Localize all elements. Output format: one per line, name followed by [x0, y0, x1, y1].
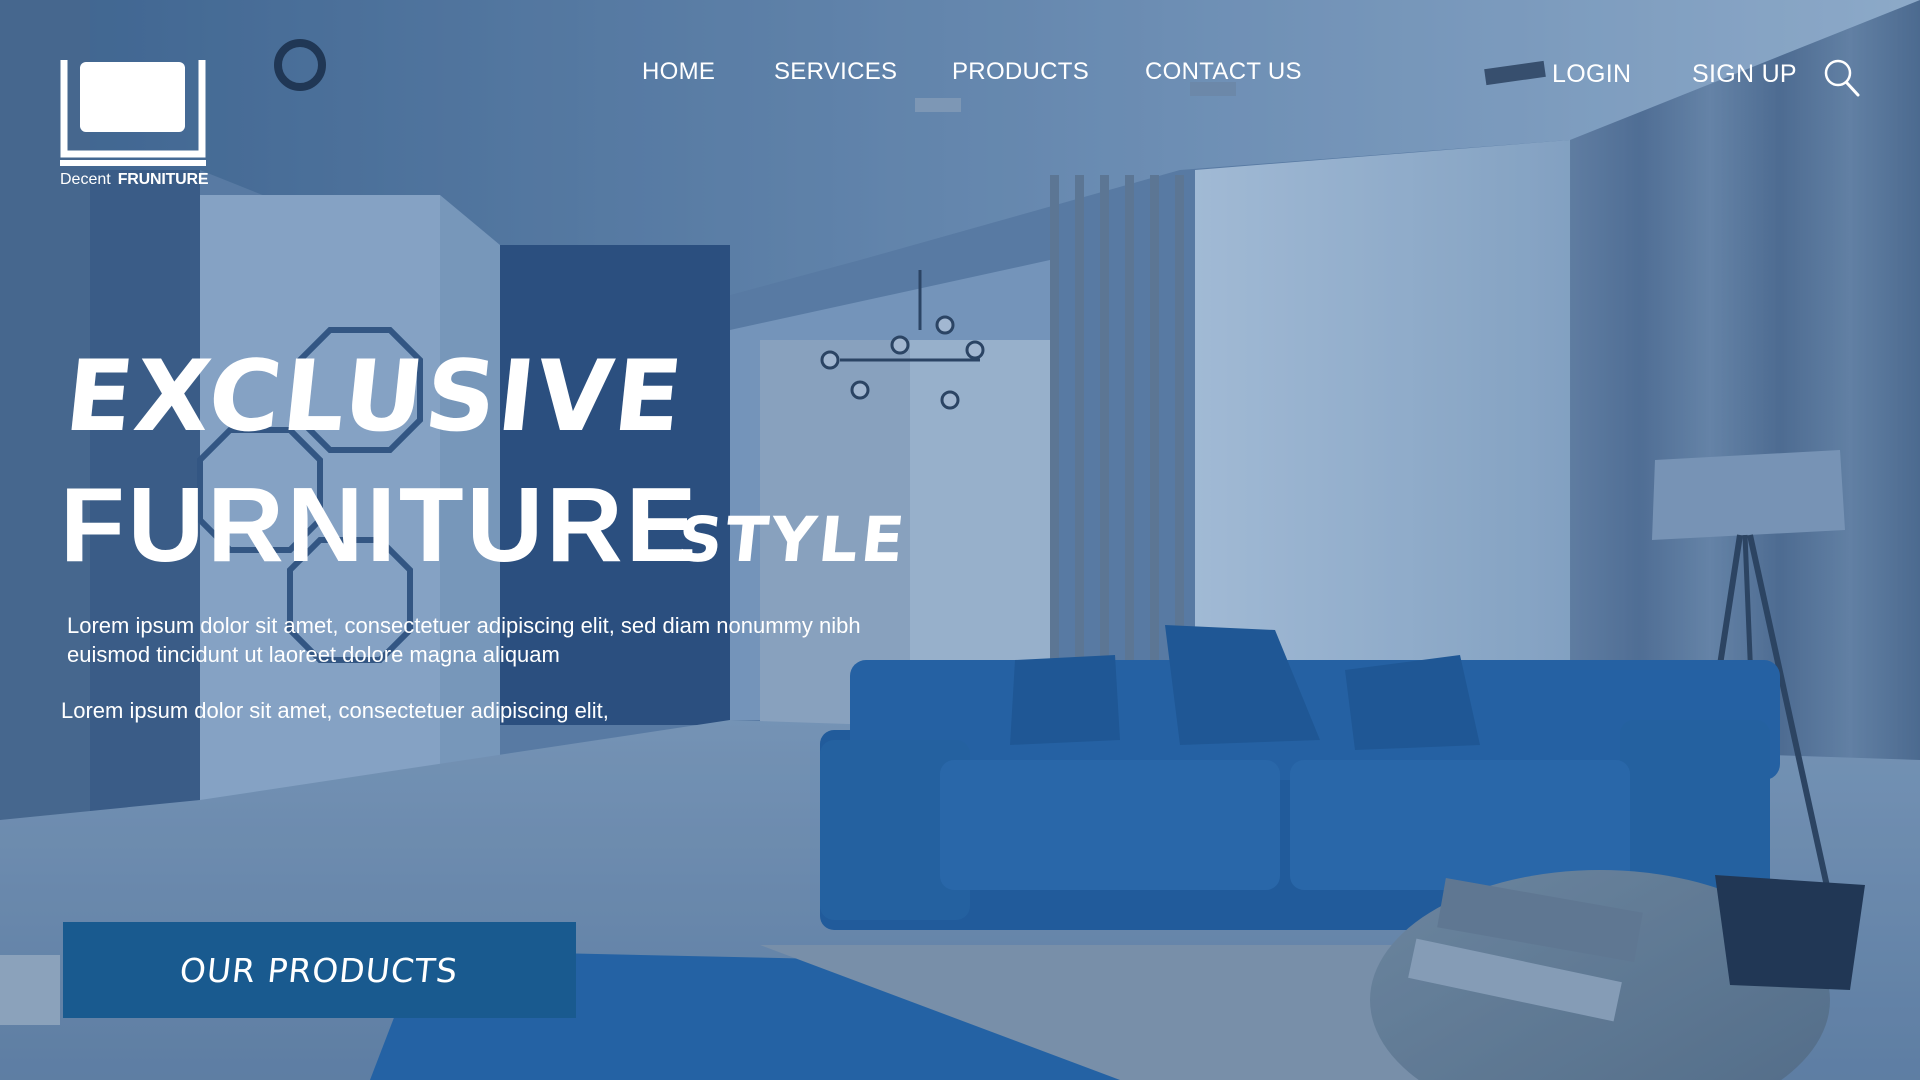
brand-name: Decent FRUNITURE — [60, 171, 209, 189]
headline-furniture: FURNITURE — [60, 466, 700, 584]
login-link[interactable]: LOGIN — [1552, 60, 1631, 89]
nav-services[interactable]: SERVICES — [774, 58, 897, 86]
logo-frame-icon — [60, 60, 206, 166]
brand-word-2: FRUNITURE — [117, 171, 209, 188]
our-products-button-label: OUR PRODUCTS — [178, 950, 461, 990]
our-products-button[interactable]: OUR PRODUCTS — [63, 922, 576, 1018]
headline-exclusive: EXCLUSIVE — [60, 340, 690, 454]
nav-contact-us[interactable]: CONTACT US — [1145, 58, 1302, 86]
signup-link[interactable]: SIGN UP — [1692, 60, 1797, 89]
hero-description: Lorem ipsum dolor sit amet, consectetuer… — [67, 613, 861, 667]
hero-description-secondary: Lorem ipsum dolor sit amet, consectetuer… — [61, 698, 609, 723]
search-icon[interactable] — [1823, 58, 1861, 98]
brand-word-1: Decent — [60, 171, 111, 188]
nav-products[interactable]: PRODUCTS — [952, 58, 1089, 86]
nav-home[interactable]: HOME — [642, 58, 715, 86]
headline-style: STYLE — [674, 503, 911, 576]
brand-logo[interactable]: Decent FRUNITURE — [60, 58, 210, 193]
